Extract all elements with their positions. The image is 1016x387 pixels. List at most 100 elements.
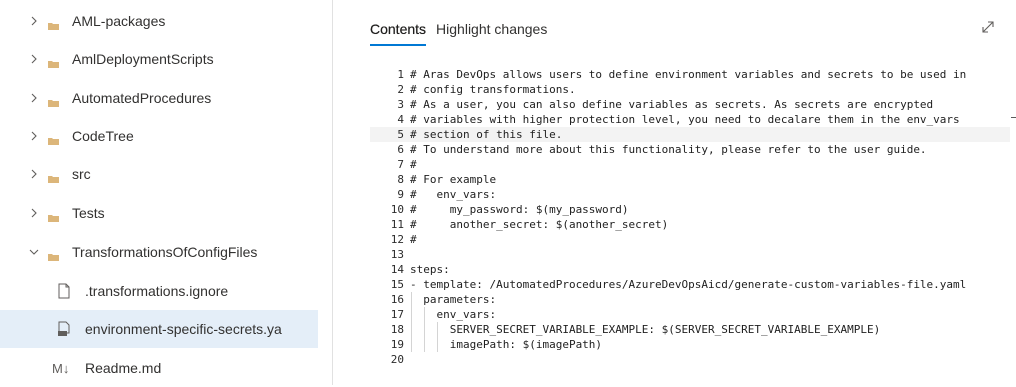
code-line: 2 # config transformations. <box>370 82 1010 97</box>
indent-guide <box>411 292 412 352</box>
line-number: 17 <box>390 308 404 321</box>
code-text: # As a user, you can also define variabl… <box>410 98 934 111</box>
code-text: parameters: <box>410 293 497 306</box>
line-number: 9 <box>397 188 404 201</box>
folder-icon <box>48 170 59 183</box>
code-text: # <box>410 233 417 246</box>
indent-guide <box>424 307 426 352</box>
code-line: 11 # another_secret: $(another_secret) <box>370 217 1010 232</box>
tree-item-label: environment-specific-secrets.ya <box>85 321 282 337</box>
chevron-right-icon[interactable] <box>28 15 40 27</box>
code-line: 3 # As a user, you can also define variab… <box>370 97 1010 112</box>
code-line: 19 imagePath: $(imagePath) <box>370 337 1010 352</box>
line-number: 2 <box>397 83 404 96</box>
line-number: 16 <box>390 293 404 306</box>
line-number: 6 <box>397 143 404 156</box>
markdown-icon: M↓ <box>52 360 70 376</box>
file-icon <box>57 283 71 299</box>
tab-highlight-changes[interactable]: Highlight changes <box>436 21 547 46</box>
code-line: 5 # section of this file. <box>370 127 1010 142</box>
code-text: steps: <box>410 263 450 276</box>
line-number: 10 <box>390 203 404 216</box>
line-number: 8 <box>397 173 404 186</box>
code-line: 4 # variables with higher protection leve… <box>370 112 1010 127</box>
chevron-right-icon[interactable] <box>28 92 40 104</box>
code-text: # another_secret: $(another_secret) <box>410 218 669 231</box>
code-line: 6 # To understand more about this functio… <box>370 142 1010 157</box>
code-text: # <box>410 158 417 171</box>
code-text: # my_password: $(my_password) <box>410 203 629 216</box>
tree-item-label: AmlDeploymentScripts <box>72 51 214 67</box>
tree-folder-item[interactable]: AmlDeploymentScripts <box>0 40 318 78</box>
tree-folder-item[interactable]: AML-packages <box>0 2 318 40</box>
code-text: env_vars: <box>410 308 497 321</box>
code-text: # To understand more about this function… <box>410 143 927 156</box>
code-text: # For example <box>410 173 497 186</box>
code-line: 7 # <box>370 157 1010 172</box>
tree-item-label: CodeTree <box>72 128 134 144</box>
file-tree: AML-packages AmlDeploymentScripts Automate… <box>0 0 333 385</box>
chevron-right-icon[interactable] <box>28 130 40 142</box>
tree-item-label: Readme.md <box>85 360 162 376</box>
line-number: 11 <box>390 218 404 231</box>
line-number: 4 <box>397 113 404 126</box>
code-text: # variables with higher protection level… <box>410 113 960 126</box>
code-line: 18 SERVER_SECRET_VARIABLE_EXAMPLE: $(SER… <box>370 322 1010 337</box>
folder-icon <box>48 94 59 107</box>
line-number: 5 <box>397 128 404 141</box>
code-text: SERVER_SECRET_VARIABLE_EXAMPLE: $(SERVER… <box>410 323 881 336</box>
folder-icon <box>48 248 59 261</box>
chevron-down-icon[interactable] <box>28 246 40 258</box>
indent-guide <box>437 322 439 352</box>
code-text: # env_vars: <box>410 188 497 201</box>
code-text: - template: /AutomatedProcedures/AzureDe… <box>410 278 967 291</box>
tree-file-item[interactable]: environment-specific-secrets.ya <box>0 310 318 348</box>
expand-diagonal-icon[interactable] <box>980 19 996 35</box>
chevron-right-icon[interactable] <box>28 168 40 180</box>
tree-folder-item[interactable]: Tests <box>0 194 318 232</box>
code-line: 12 # <box>370 232 1010 247</box>
line-number: 13 <box>390 248 404 261</box>
line-number: 14 <box>390 263 404 276</box>
file-viewer-panel: Contents Highlight changes 1 # Aras DevOp… <box>334 0 1016 385</box>
line-number: 1 <box>397 68 404 81</box>
code-text: # section of this file. <box>410 128 563 141</box>
folder-icon <box>48 17 59 30</box>
yaml-file-icon <box>57 321 71 337</box>
code-text: # Aras DevOps allows users to define env… <box>410 68 967 81</box>
tree-file-item[interactable]: M↓ Readme.md <box>0 349 318 387</box>
code-line: 15 - template: /AutomatedProcedures/Azure… <box>370 277 1010 292</box>
tree-folder-item[interactable]: AutomatedProcedures <box>0 79 318 117</box>
line-number: 7 <box>397 158 404 171</box>
tree-folder-item[interactable]: src <box>0 155 318 193</box>
code-line: 14 steps: <box>370 262 1010 277</box>
folder-icon <box>48 55 59 68</box>
tree-folder-item[interactable]: CodeTree <box>0 117 318 155</box>
tree-item-label: AutomatedProcedures <box>72 90 212 106</box>
folder-icon <box>48 209 59 222</box>
code-editor[interactable]: 1 # Aras DevOps allows users to define en… <box>370 65 1010 385</box>
tab-contents[interactable]: Contents <box>370 21 427 46</box>
chevron-right-icon[interactable] <box>28 53 40 65</box>
folder-icon <box>48 132 59 145</box>
tree-file-item[interactable]: .transformations.ignore <box>0 272 318 310</box>
tree-item-label: Tests <box>72 205 105 221</box>
code-line: 20 <box>370 352 1010 367</box>
code-line: 8 # For example <box>370 172 1010 187</box>
code-line: 13 <box>370 247 1010 262</box>
line-number: 18 <box>390 323 404 336</box>
line-number: 3 <box>397 98 404 111</box>
code-line: 16 parameters: <box>370 292 1010 307</box>
chevron-right-icon[interactable] <box>28 207 40 219</box>
tree-item-label: src <box>72 166 91 182</box>
code-line: 17 env_vars: <box>370 307 1010 322</box>
code-line: 1 # Aras DevOps allows users to define en… <box>370 67 1010 82</box>
tree-folder-item[interactable]: TransformationsOfConfigFiles <box>0 233 318 271</box>
tree-item-label: TransformationsOfConfigFiles <box>72 244 258 260</box>
line-number: 12 <box>390 233 404 246</box>
viewer-tabs: Contents Highlight changes <box>370 21 547 46</box>
tree-item-label: AML-packages <box>72 13 166 29</box>
code-text: imagePath: $(imagePath) <box>410 338 603 351</box>
code-line: 9 # env_vars: <box>370 187 1010 202</box>
code-text: # config transformations. <box>410 83 576 96</box>
